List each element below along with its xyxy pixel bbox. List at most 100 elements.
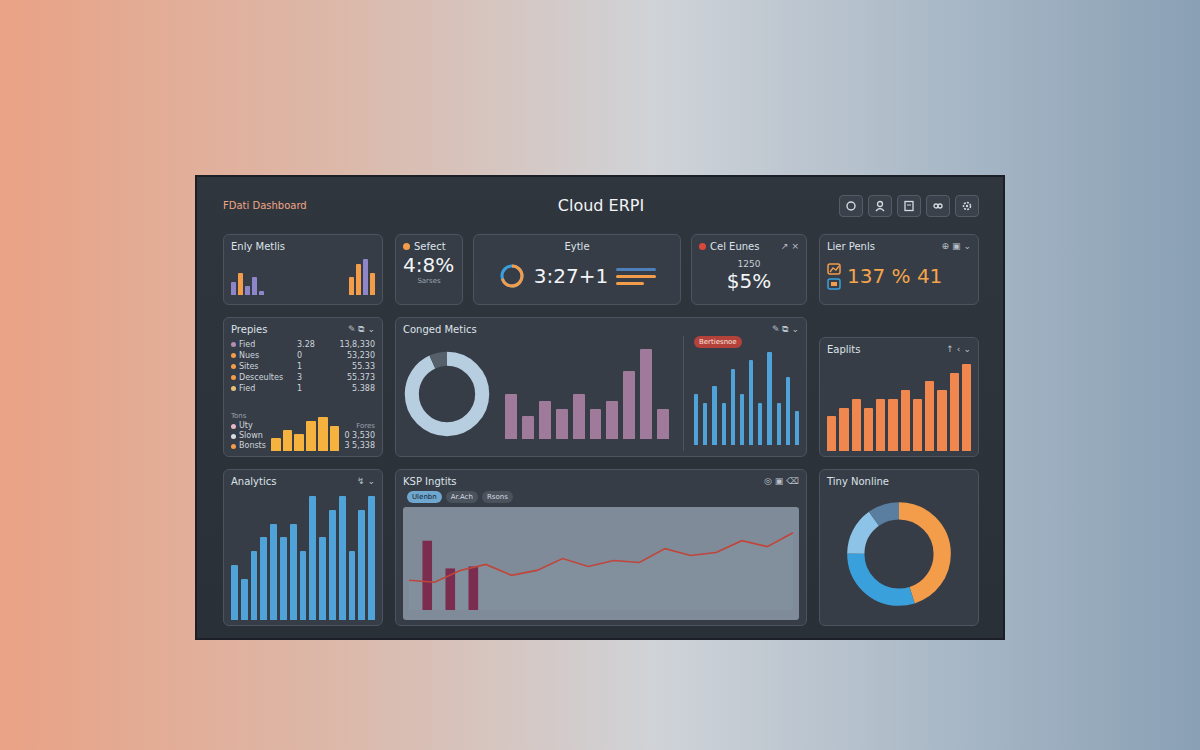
chart-bar <box>876 399 885 451</box>
chart-bar <box>962 364 971 451</box>
chart-bar <box>712 386 716 445</box>
chart-bar <box>505 394 517 439</box>
chart-bar <box>245 286 250 295</box>
chart-bar <box>925 381 934 451</box>
list-row[interactable]: Fied15.388 <box>231 383 375 394</box>
brand-label: FDati Dashboard <box>223 200 558 211</box>
chart-bar <box>864 408 873 452</box>
legend-dot <box>231 353 236 358</box>
chart-bar <box>318 417 328 451</box>
action-icon[interactable]: ✎ <box>772 323 780 336</box>
chart-bar <box>330 426 340 452</box>
chart-bar <box>270 524 277 620</box>
chart-bar <box>640 349 652 439</box>
meter-fill <box>616 268 656 271</box>
top-bar: FDati DashboardCloud ERPI <box>223 177 979 234</box>
chart-bar <box>623 371 635 439</box>
legend-dot <box>231 444 236 449</box>
filter-pill[interactable]: Ar.Ach <box>446 491 478 503</box>
legend-item: Slown <box>231 431 266 441</box>
list-card: Prepies ✎⧉⌄Fied3.2813,8,330Nues053,230Si… <box>223 317 383 457</box>
chart-bar <box>937 390 946 451</box>
action-icon[interactable]: ⌫ <box>786 475 799 488</box>
chart-bar <box>251 551 258 620</box>
action-icon[interactable]: ↯ <box>357 475 365 488</box>
action-icon[interactable]: ⧉ <box>358 323 364 336</box>
action-icon[interactable]: ✎ <box>348 323 356 336</box>
list-row[interactable]: Desceultes355.373 <box>231 372 375 383</box>
chart-bar <box>306 421 316 451</box>
metrics-card: Enly Metlis <box>223 234 383 305</box>
action-icon[interactable]: ⌄ <box>367 323 375 336</box>
action-icon[interactable]: ⊕ <box>941 240 949 253</box>
action-icon[interactable]: ↑ <box>946 343 954 356</box>
action-icon[interactable]: ↗ <box>781 240 789 253</box>
icon-stack <box>827 263 841 290</box>
action-icon[interactable]: ⧉ <box>782 323 788 336</box>
dashboard-title: Cloud ERPI <box>558 196 644 215</box>
card-title: Analytics ↯⌄ <box>231 475 375 488</box>
office-backdrop: FDati DashboardCloud ERPI Enly Metlis Sefe… <box>0 0 1200 750</box>
chart-bar <box>280 537 287 620</box>
filter-pill[interactable]: Rsons <box>482 491 513 503</box>
line-chart-canvas <box>409 511 793 610</box>
status-dot <box>403 243 410 250</box>
legend-item: Bonsts <box>231 441 266 451</box>
meter-track <box>616 268 656 271</box>
chart-bar <box>329 510 336 620</box>
action-icon[interactable]: ▣ <box>952 240 961 253</box>
select-card: Sefect4:8%Sarses <box>395 234 463 305</box>
refresh-button[interactable] <box>839 195 863 217</box>
sales-values: 1250$5% <box>699 253 799 299</box>
item-list: Fied3.2813,8,330Nues053,230Sites155.33De… <box>231 339 375 394</box>
donut-segment <box>856 511 942 597</box>
chart-bar <box>259 291 264 296</box>
chart-bar <box>888 399 897 451</box>
legend-dot <box>231 424 236 429</box>
chart-bar <box>283 430 293 451</box>
user-button[interactable] <box>868 195 892 217</box>
report-icon <box>903 200 915 212</box>
eaplits-card: Eaplits ↑‹⌄ <box>819 337 979 457</box>
report-button[interactable] <box>897 195 921 217</box>
action-icon[interactable]: ◎ <box>764 475 772 488</box>
chart-bar <box>694 394 698 445</box>
action-icon[interactable]: ‹ <box>957 343 961 356</box>
card-title: Eytle <box>481 240 673 253</box>
list-row[interactable]: Sites155.33 <box>231 361 375 372</box>
action-icon[interactable]: ⌄ <box>791 323 799 336</box>
action-icon[interactable]: ⌄ <box>963 240 971 253</box>
link-button[interactable] <box>926 195 950 217</box>
insights-card: KSP Ingtits ◎▣⌫UlenbnAr.AchRsons <box>395 469 807 626</box>
meter-track <box>616 282 656 285</box>
chart-bar <box>422 541 432 610</box>
chart-bar <box>767 352 771 445</box>
settings-button[interactable] <box>955 195 979 217</box>
chart-bar <box>722 403 726 445</box>
bar-chart <box>694 352 799 445</box>
profit-body: 137 % 41 <box>827 253 971 299</box>
chart-bar <box>363 259 368 295</box>
chart-bar <box>339 496 346 620</box>
bar-chart <box>271 417 340 451</box>
list-row[interactable]: Nues053,230 <box>231 350 375 361</box>
list-row[interactable]: Fied3.2813,8,330 <box>231 339 375 350</box>
action-icon[interactable]: × <box>791 240 799 253</box>
legend: TonsUtySlownBonsts <box>231 411 266 451</box>
list-summary: TonsUtySlownBonstsFores0 3,5303 5,338 <box>231 394 375 451</box>
card-title: Lier Penls ⊕▣⌄ <box>827 240 971 253</box>
bar-chart <box>231 253 375 299</box>
action-icon[interactable]: ▣ <box>775 475 784 488</box>
chart-icon <box>827 263 841 275</box>
chart-bar <box>606 401 618 439</box>
filter-pill[interactable]: Ulenbn <box>407 491 442 503</box>
chart-bar <box>839 408 848 452</box>
bar-chart <box>231 488 375 620</box>
bar-group <box>231 259 264 295</box>
widget-grid: Enly MetlisSefect4:8%SarsesEytle3:27+1Ce… <box>223 234 979 623</box>
action-icon[interactable]: ⌄ <box>367 475 375 488</box>
meter-fill <box>616 275 656 278</box>
action-icon[interactable]: ⌄ <box>963 343 971 356</box>
toolbar <box>644 195 979 217</box>
card-title: Enly Metlis <box>231 240 375 253</box>
